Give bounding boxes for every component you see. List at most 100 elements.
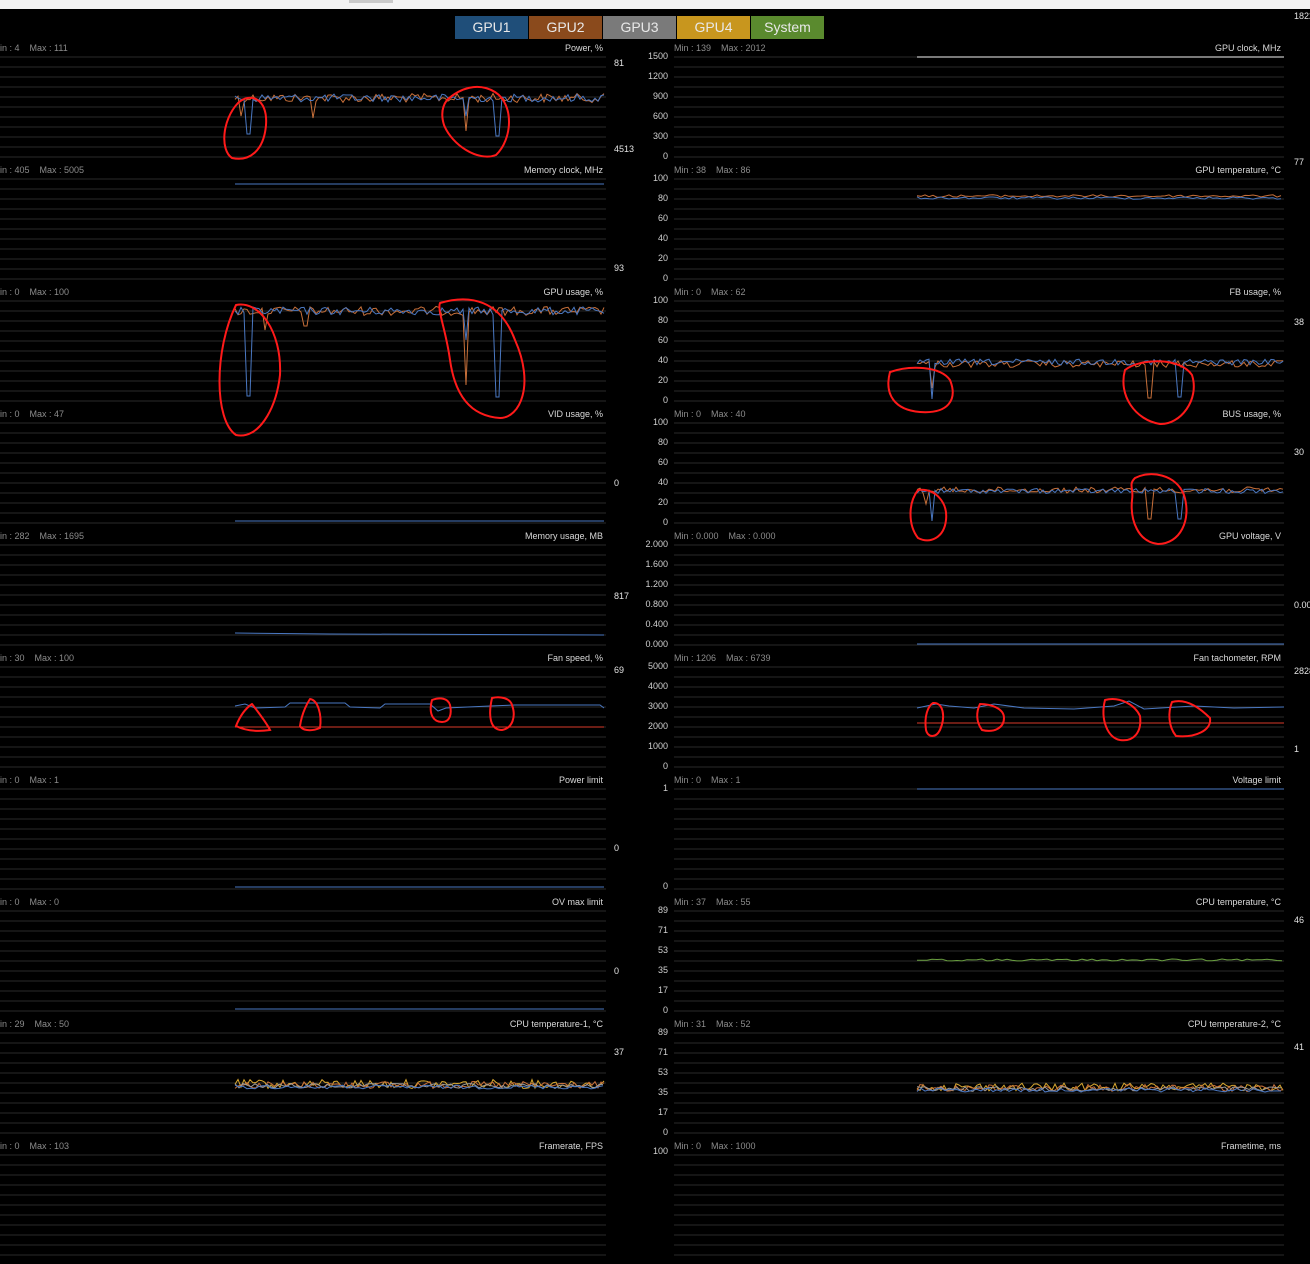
graph-title: FB usage, % bbox=[1229, 287, 1281, 297]
graph-title: GPU temperature, °C bbox=[1195, 165, 1281, 175]
graph-canvas bbox=[0, 666, 606, 768]
y-tick-label: 40 bbox=[657, 477, 668, 487]
graph-canvas bbox=[0, 1032, 606, 1134]
monitor-tab-bar: GPU1 GPU2 GPU3 GPU4 System bbox=[455, 16, 825, 39]
graph-canvas bbox=[674, 422, 1284, 524]
graph-title: VID usage, % bbox=[547, 409, 603, 419]
right-panel-1: Min : 38 Max : 86 GPU temperature, °C 100 8… bbox=[653, 157, 1310, 288]
graph-title: Fan speed, % bbox=[547, 653, 603, 663]
graph-title: GPU usage, % bbox=[543, 287, 603, 297]
min-max-readout: Min : 0 Max : 62 bbox=[674, 287, 746, 297]
graph-plot-area bbox=[0, 422, 606, 524]
min-max-readout: in : 0 Max : 1 bbox=[0, 775, 60, 785]
tab-system[interactable]: System bbox=[751, 16, 825, 39]
y-tick-label: 0 bbox=[662, 881, 668, 891]
graph-plot-area bbox=[674, 666, 1284, 768]
left-panel-6: in : 0 Max : 1 Power limit 0 bbox=[0, 775, 619, 898]
tab-gpu3[interactable]: GPU3 bbox=[603, 16, 677, 39]
min-max-readout: in : 30 Max : 100 bbox=[0, 653, 75, 663]
current-value: 1822 bbox=[1294, 11, 1310, 21]
window-edge-nub bbox=[349, 0, 393, 3]
y-tick-label: 20 bbox=[657, 375, 668, 385]
y-tick-label: 0 bbox=[662, 761, 668, 771]
tab-gpu1[interactable]: GPU1 bbox=[455, 16, 529, 39]
y-tick-label: 1.200 bbox=[645, 579, 668, 589]
graph-plot-area bbox=[674, 178, 1284, 280]
current-value: 38 bbox=[1294, 317, 1305, 327]
y-tick-label: 17 bbox=[657, 1107, 668, 1117]
graph-title: BUS usage, % bbox=[1222, 409, 1281, 419]
current-value: 0 bbox=[614, 478, 620, 488]
tab-gpu2[interactable]: GPU2 bbox=[529, 16, 603, 39]
graph-plot-area bbox=[0, 1154, 606, 1256]
y-tick-label: 40 bbox=[657, 355, 668, 365]
y-tick-label: 1200 bbox=[647, 71, 668, 81]
graph-canvas bbox=[0, 422, 606, 524]
y-tick-label: 1 bbox=[662, 783, 668, 793]
current-value: 817 bbox=[614, 591, 630, 601]
y-tick-label: 60 bbox=[657, 335, 668, 345]
y-tick-label: 1.600 bbox=[645, 559, 668, 569]
current-value: 46 bbox=[1294, 915, 1305, 925]
y-tick-label: 0 bbox=[662, 1005, 668, 1015]
graph-canvas bbox=[0, 178, 606, 280]
y-tick-label: 0 bbox=[662, 517, 668, 527]
min-max-readout: in : 0 Max : 100 bbox=[0, 287, 70, 297]
y-tick-label: 53 bbox=[657, 945, 668, 955]
y-tick-label: 1500 bbox=[647, 51, 668, 61]
graph-title: Framerate, FPS bbox=[538, 1141, 603, 1151]
graph-title: Memory clock, MHz bbox=[523, 165, 603, 175]
graph-plot-area bbox=[674, 300, 1284, 402]
graph-title: CPU temperature, °C bbox=[1195, 897, 1281, 907]
min-max-readout: in : 282 Max : 1695 bbox=[0, 531, 85, 541]
y-tick-label: 35 bbox=[657, 1087, 668, 1097]
current-value: 81 bbox=[614, 58, 625, 68]
y-tick-label: 300 bbox=[652, 131, 668, 141]
min-max-readout: in : 0 Max : 47 bbox=[0, 409, 65, 419]
graph-canvas bbox=[0, 910, 606, 1012]
min-max-readout: Min : 1206 Max : 6739 bbox=[674, 653, 771, 663]
y-tick-label: 53 bbox=[657, 1067, 668, 1077]
current-value: 1 bbox=[1294, 744, 1300, 754]
graph-plot-area bbox=[674, 910, 1284, 1012]
graph-title: Power limit bbox=[558, 775, 603, 785]
min-max-readout: in : 0 Max : 0 bbox=[0, 897, 60, 907]
min-max-readout: Min : 139 Max : 2012 bbox=[674, 43, 766, 53]
left-panel-5: in : 30 Max : 100 Fan speed, % 69 bbox=[0, 653, 624, 776]
min-max-readout: Min : 0 Max : 40 bbox=[674, 409, 746, 419]
graph-canvas bbox=[674, 1032, 1284, 1134]
y-tick-label: 71 bbox=[657, 1047, 668, 1057]
y-tick-label: 60 bbox=[657, 213, 668, 223]
min-max-readout: in : 4 Max : 111 bbox=[0, 43, 68, 53]
y-tick-label: 0 bbox=[662, 273, 668, 283]
graph-plot-area bbox=[0, 788, 606, 890]
right-panel-2: Min : 0 Max : 62 FB usage, % 100 80 60 40 20 0 3… bbox=[653, 287, 1310, 410]
graph-canvas bbox=[674, 788, 1284, 890]
y-tick-label: 80 bbox=[657, 437, 668, 447]
y-tick-label: 2.000 bbox=[645, 539, 668, 549]
graph-plot-area bbox=[674, 544, 1284, 646]
series-line-0 bbox=[916, 194, 1282, 198]
y-tick-label: 100 bbox=[652, 173, 668, 183]
right-panel-4: Min : 0.000 Max : 0.000 GPU voltage, V 2.0… bbox=[645, 531, 1310, 654]
tab-gpu4[interactable]: GPU4 bbox=[677, 16, 751, 39]
y-tick-label: 600 bbox=[652, 111, 668, 121]
right-panel-3: Min : 0 Max : 40 BUS usage, % 100 80 60 40 20 0… bbox=[653, 409, 1310, 532]
y-tick-label: 100 bbox=[652, 1146, 668, 1156]
y-tick-label: 60 bbox=[657, 457, 668, 467]
graph-plot-area bbox=[0, 56, 606, 158]
graph-title: CPU temperature-1, °C bbox=[509, 1019, 603, 1029]
y-tick-label: 89 bbox=[657, 905, 668, 915]
graph-title: Voltage limit bbox=[1232, 775, 1281, 785]
y-tick-label: 100 bbox=[652, 417, 668, 427]
graph-canvas bbox=[674, 300, 1284, 402]
current-value: 0.00 bbox=[1294, 600, 1310, 610]
graph-plot-area bbox=[0, 178, 606, 280]
graph-title: GPU clock, MHz bbox=[1214, 43, 1281, 53]
series-line-0 bbox=[916, 700, 1284, 710]
graph-canvas bbox=[0, 1154, 606, 1256]
y-tick-label: 100 bbox=[652, 295, 668, 305]
y-tick-label: 0 bbox=[662, 1127, 668, 1137]
min-max-readout: Min : 0 Max : 1 bbox=[674, 775, 741, 785]
graph-canvas bbox=[0, 56, 606, 158]
